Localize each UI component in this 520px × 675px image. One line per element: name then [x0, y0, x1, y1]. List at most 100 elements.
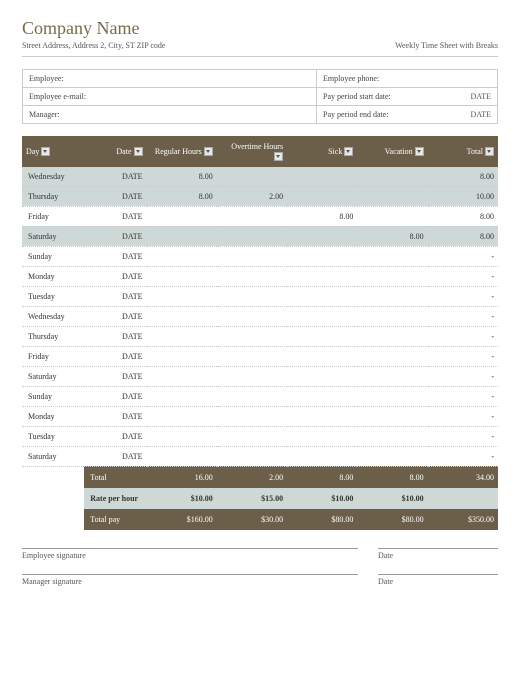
cell-sick — [287, 226, 357, 246]
cell-total: 10.00 — [428, 186, 498, 206]
cell-reg — [147, 206, 217, 226]
document-title: Weekly Time Sheet with Breaks — [395, 41, 498, 50]
cell-ot — [217, 206, 287, 226]
cell-date: DATE — [84, 326, 146, 346]
cell-sick — [287, 306, 357, 326]
filter-icon[interactable] — [274, 152, 283, 161]
cell-vac — [357, 366, 427, 386]
column-header[interactable]: Vacation — [357, 136, 427, 167]
total-sick: 8.00 — [287, 466, 357, 488]
table-row: ThursdayDATE- — [22, 326, 498, 346]
cell-sick — [287, 346, 357, 366]
column-header[interactable]: Overtime Hours — [217, 136, 287, 167]
cell-sick — [287, 446, 357, 466]
table-row: SundayDATE- — [22, 386, 498, 406]
pay-label: Total pay — [84, 509, 146, 530]
company-address: Street Address, Address 2, City, ST ZIP … — [22, 41, 165, 50]
cell-ot — [217, 406, 287, 426]
cell-vac: 8.00 — [357, 226, 427, 246]
column-header[interactable]: Regular Hours — [147, 136, 217, 167]
column-header[interactable]: Day — [22, 136, 84, 167]
table-row: SaturdayDATE- — [22, 446, 498, 466]
cell-date: DATE — [84, 306, 146, 326]
cell-reg: 8.00 — [147, 167, 217, 187]
cell-total: - — [428, 446, 498, 466]
filter-icon[interactable] — [415, 147, 424, 156]
total-ot: 2.00 — [217, 466, 287, 488]
company-name: Company Name — [22, 18, 498, 39]
total-reg: 16.00 — [147, 466, 217, 488]
signatures: Employee signature Date Manager signatur… — [22, 548, 498, 586]
filter-icon[interactable] — [41, 147, 50, 156]
table-row: MondayDATE- — [22, 266, 498, 286]
rate-label: Rate per hour — [84, 488, 146, 509]
column-header[interactable]: Sick — [287, 136, 357, 167]
manager-label: Manager: — [23, 106, 317, 123]
cell-date: DATE — [84, 426, 146, 446]
cell-total: 8.00 — [428, 206, 498, 226]
cell-ot — [217, 286, 287, 306]
email-label: Employee e-mail: — [23, 88, 317, 105]
table-row: SaturdayDATE- — [22, 366, 498, 386]
cell-date: DATE — [84, 386, 146, 406]
cell-date: DATE — [84, 246, 146, 266]
cell-total: - — [428, 326, 498, 346]
cell-total: - — [428, 286, 498, 306]
cell-day: Friday — [22, 206, 84, 226]
total-vac: 8.00 — [357, 466, 427, 488]
cell-ot — [217, 366, 287, 386]
rate-reg: $10.00 — [147, 488, 217, 509]
cell-date: DATE — [84, 346, 146, 366]
filter-icon[interactable] — [344, 147, 353, 156]
manager-date-line: Date — [378, 574, 498, 586]
timesheet-table: DayDateRegular HoursOvertime HoursSickVa… — [22, 136, 498, 530]
cell-day: Sunday — [22, 386, 84, 406]
cell-vac — [357, 286, 427, 306]
employee-signature-line: Employee signature — [22, 548, 358, 560]
pay-reg: $160.00 — [147, 509, 217, 530]
cell-reg — [147, 366, 217, 386]
cell-vac — [357, 306, 427, 326]
cell-reg — [147, 346, 217, 366]
cell-vac — [357, 326, 427, 346]
cell-sick — [287, 386, 357, 406]
cell-day: Friday — [22, 346, 84, 366]
cell-reg — [147, 446, 217, 466]
filter-icon[interactable] — [485, 147, 494, 156]
cell-day: Tuesday — [22, 286, 84, 306]
cell-ot — [217, 446, 287, 466]
cell-sick — [287, 186, 357, 206]
cell-total: - — [428, 246, 498, 266]
cell-ot: 2.00 — [217, 186, 287, 206]
total-label: Total — [84, 466, 146, 488]
employee-label: Employee: — [23, 70, 317, 87]
cell-reg — [147, 326, 217, 346]
table-row: FridayDATE- — [22, 346, 498, 366]
cell-vac — [357, 246, 427, 266]
cell-date: DATE — [84, 167, 146, 187]
cell-sick — [287, 326, 357, 346]
column-header[interactable]: Total — [428, 136, 498, 167]
cell-day: Monday — [22, 266, 84, 286]
cell-day: Wednesday — [22, 167, 84, 187]
cell-day: Thursday — [22, 186, 84, 206]
end-value: DATE — [471, 110, 491, 119]
cell-reg — [147, 266, 217, 286]
cell-day: Tuesday — [22, 426, 84, 446]
cell-day: Wednesday — [22, 306, 84, 326]
table-row: TuesdayDATE- — [22, 426, 498, 446]
cell-total: - — [428, 266, 498, 286]
filter-icon[interactable] — [134, 147, 143, 156]
filter-icon[interactable] — [204, 147, 213, 156]
column-header[interactable]: Date — [84, 136, 146, 167]
pay-vac: $80.00 — [357, 509, 427, 530]
cell-sick: 8.00 — [287, 206, 357, 226]
cell-date: DATE — [84, 286, 146, 306]
cell-day: Saturday — [22, 226, 84, 246]
cell-date: DATE — [84, 446, 146, 466]
cell-ot — [217, 226, 287, 246]
cell-ot — [217, 167, 287, 187]
cell-reg — [147, 406, 217, 426]
end-label: Pay period end date: — [323, 110, 389, 119]
cell-vac — [357, 266, 427, 286]
